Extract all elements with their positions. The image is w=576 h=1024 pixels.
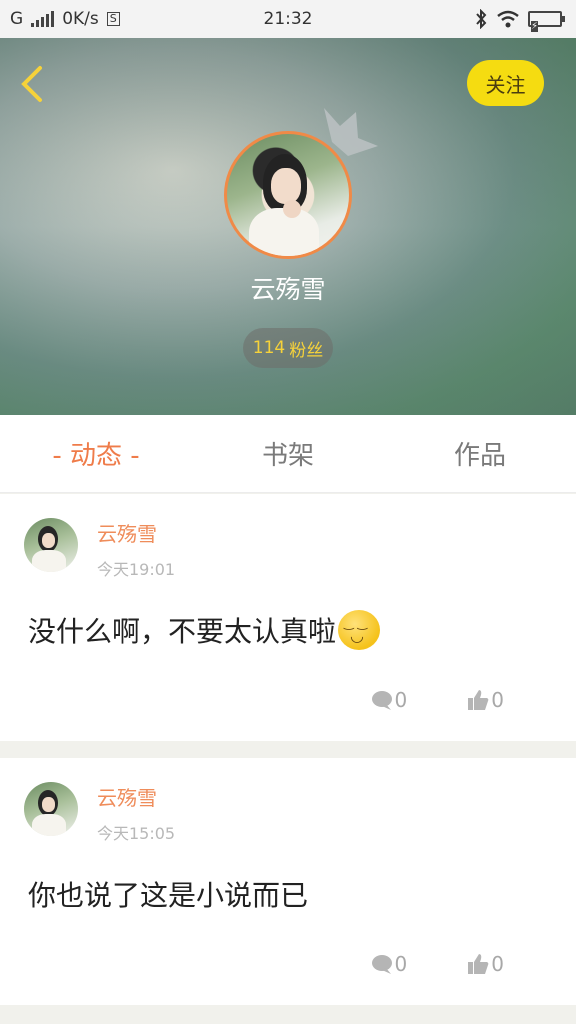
net-speed: 0K/s: [62, 9, 99, 29]
post-time: 今天19:01: [97, 560, 176, 579]
comment-icon: [371, 691, 392, 710]
status-left: G 0K/s S: [10, 9, 120, 29]
carrier-label: G: [10, 9, 24, 29]
comment-button[interactable]: 0: [371, 688, 408, 712]
follow-button[interactable]: 关注: [467, 60, 544, 106]
like-count: 0: [491, 952, 504, 976]
like-button[interactable]: 0: [467, 688, 504, 712]
profile-username: 云殇雪: [250, 275, 326, 304]
like-button[interactable]: 0: [467, 952, 504, 976]
comment-count: 0: [394, 688, 408, 712]
post-avatar[interactable]: [24, 782, 78, 836]
post-card[interactable]: 云殇雪 今天15:05 你也说了这是小说而已 0 0: [0, 758, 576, 1005]
post-text: 你也说了这是小说而已: [28, 879, 309, 912]
post-avatar[interactable]: [24, 518, 78, 572]
tab-activity[interactable]: - 动态 -: [0, 415, 192, 492]
back-button[interactable]: [16, 62, 56, 106]
comment-count: 0: [394, 952, 408, 976]
tab-bookshelf[interactable]: 书架: [192, 415, 384, 492]
thumbs-up-icon: [468, 954, 489, 974]
like-count: 0: [491, 688, 504, 712]
status-time: 21:32: [263, 9, 313, 29]
comment-icon: [371, 955, 392, 974]
post-text: 没什么啊，不要太认真啦: [28, 615, 337, 648]
comment-button[interactable]: 0: [371, 952, 408, 976]
fans-badge[interactable]: 114 粉丝: [243, 328, 333, 368]
fans-label: 粉丝: [289, 340, 324, 361]
profile-header: 关注 云殇雪 114 粉丝: [0, 38, 576, 415]
post-time: 今天15:05: [97, 824, 176, 843]
profile-tabs: - 动态 - 书架 作品: [0, 415, 576, 493]
status-bar: G 0K/s S 21:32 ⚡: [0, 0, 576, 38]
bluetooth-icon: [476, 9, 487, 29]
wink-emoji-icon: [338, 610, 381, 650]
wifi-icon: [497, 10, 519, 28]
battery-icon: ⚡: [528, 11, 565, 32]
post-content: 没什么啊，不要太认真啦: [28, 610, 381, 650]
sim-icon: S: [106, 12, 120, 26]
post-author[interactable]: 云殇雪: [97, 518, 157, 547]
post-card[interactable]: 云殇雪 今天19:01 没什么啊，不要太认真啦 0 0: [0, 494, 576, 741]
thumbs-up-icon: [468, 690, 489, 710]
status-right: ⚡: [474, 9, 565, 32]
charging-icon: ⚡: [531, 21, 539, 32]
post-actions: 0 0: [371, 688, 504, 712]
signal-icon: [31, 11, 55, 27]
post-actions: 0 0: [371, 952, 504, 976]
tab-works[interactable]: 作品: [384, 415, 576, 492]
post-author[interactable]: 云殇雪: [97, 782, 157, 811]
chevron-left-icon: [21, 66, 42, 102]
fans-count: 114: [252, 338, 286, 358]
post-content: 你也说了这是小说而已: [28, 874, 308, 914]
profile-avatar[interactable]: [224, 131, 352, 259]
